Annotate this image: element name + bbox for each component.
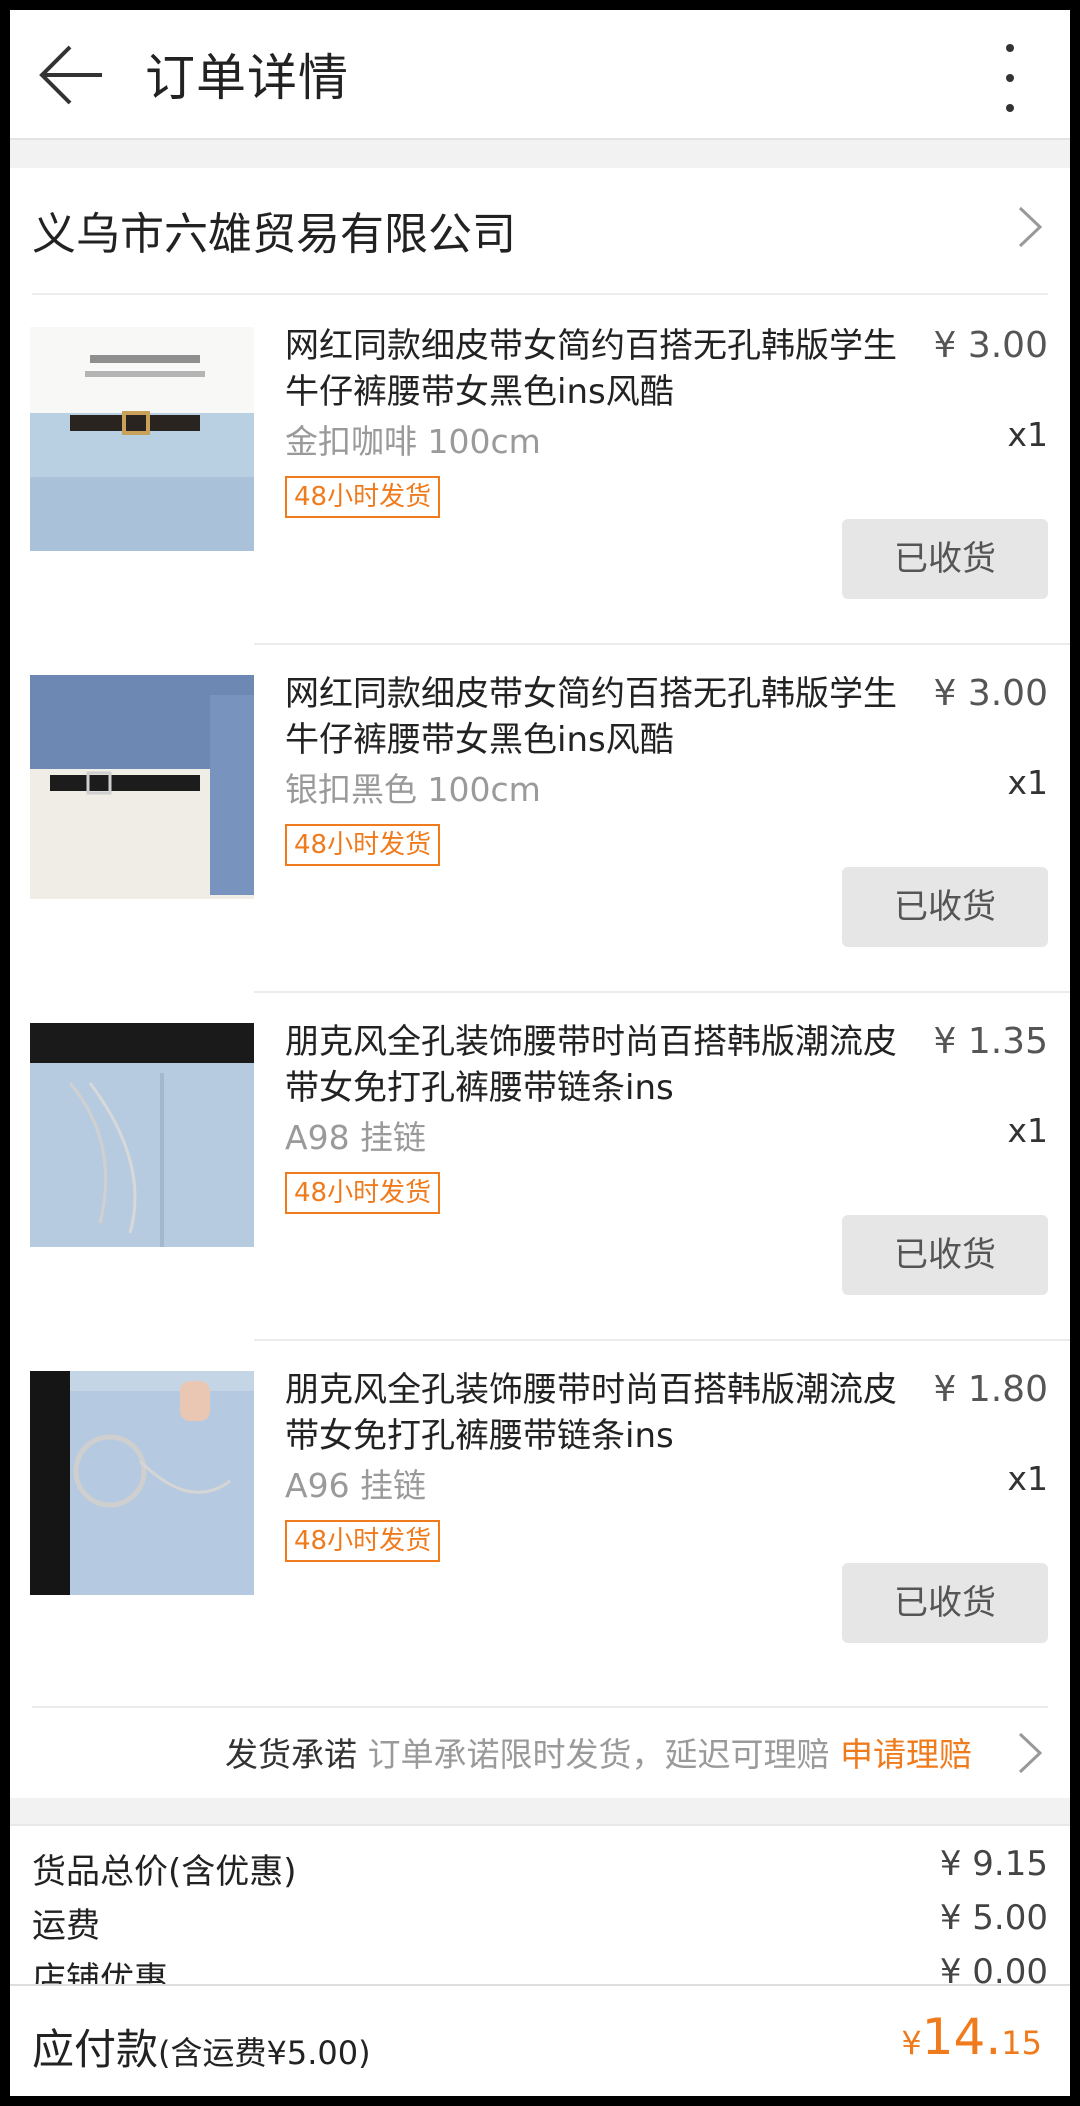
amount-due-label: 应付款(含运费¥5.00) [32, 2016, 371, 2077]
store-row[interactable]: 义乌市六雄贸易有限公司 [10, 168, 1070, 286]
shipping-note: (含运费¥5.00) [158, 2034, 371, 2072]
item-price: ¥ 1.80 [933, 1369, 1048, 1410]
summary-row-shipping: 运费 ¥ 5.00 [32, 1898, 1048, 1947]
received-button[interactable]: 已收货 [842, 1563, 1048, 1643]
claim-link[interactable]: 申请理赔 [840, 1735, 972, 1774]
item-quantity: x1 [1007, 763, 1048, 802]
item-price: ¥ 3.00 [933, 673, 1048, 714]
summary-value: ¥ 5.00 [939, 1898, 1048, 1938]
shipping-promise-row[interactable]: 发货承诺 订单承诺限时发货，延迟可理赔 申请理赔 [10, 1708, 1070, 1798]
price-summary: 货品总价(含优惠) ¥ 9.15 运费 ¥ 5.00 店铺优惠 ¥ 0.00 [10, 1824, 1070, 2000]
item-name[interactable]: 朋克风全孔装饰腰带时尚百搭韩版潮流皮带女免打孔裤腰带链条ins [285, 1367, 925, 1459]
order-detail-screen: 订单详情 义乌市六雄贸易有限公司 网红同款细皮带女简约百搭无孔韩版学生牛仔裤腰带… [10, 10, 1070, 2096]
received-button[interactable]: 已收货 [842, 519, 1048, 599]
amount-due-value: ¥14.15 [901, 2008, 1042, 2066]
item-quantity: x1 [1007, 1459, 1048, 1498]
order-card: 义乌市六雄贸易有限公司 网红同款细皮带女简约百搭无孔韩版学生牛仔裤腰带女黑色in… [10, 168, 1070, 1798]
item-name[interactable]: 网红同款细皮带女简约百搭无孔韩版学生牛仔裤腰带女黑色ins风酷 [285, 323, 925, 415]
currency-symbol: ¥ [901, 2024, 922, 2062]
payment-bar: 应付款(含运费¥5.00) ¥14.15 [10, 1984, 1070, 2096]
summary-label: 货品总价(含优惠) [32, 1852, 297, 1892]
shipping-tag: 48小时发货 [285, 1172, 441, 1214]
item-spec: A98 挂链 [285, 1118, 427, 1157]
summary-row-goods-total: 货品总价(含优惠) ¥ 9.15 [32, 1844, 1048, 1893]
item-name[interactable]: 朋克风全孔装饰腰带时尚百搭韩版潮流皮带女免打孔裤腰带链条ins [285, 1019, 925, 1111]
item-spec: 金扣咖啡 100cm [285, 422, 541, 461]
item-price: ¥ 1.35 [933, 1021, 1048, 1062]
shipping-promise-text: 发货承诺 订单承诺限时发货，延迟可理赔 申请理赔 [225, 1728, 972, 1776]
product-image[interactable] [30, 675, 254, 899]
top-bar: 订单详情 [10, 10, 1070, 140]
list-item: 朋克风全孔装饰腰带时尚百搭韩版潮流皮带女免打孔裤腰带链条ins ¥ 1.35 A… [10, 991, 1070, 1339]
promise-label: 发货承诺 [225, 1735, 357, 1774]
amount-decimal: 15 [1001, 2024, 1042, 2062]
store-name: 义乌市六雄贸易有限公司 [32, 209, 516, 260]
item-price: ¥ 3.00 [933, 325, 1048, 366]
promise-description: 订单承诺限时发货，延迟可理赔 [367, 1735, 830, 1774]
product-image[interactable] [30, 327, 254, 551]
product-image[interactable] [30, 1023, 254, 1247]
page-title: 订单详情 [145, 49, 349, 107]
chevron-right-icon [1014, 204, 1044, 250]
item-quantity: x1 [1007, 415, 1048, 454]
received-button[interactable]: 已收货 [842, 867, 1048, 947]
item-spec: 银扣黑色 100cm [285, 770, 541, 809]
shipping-tag: 48小时发货 [285, 824, 441, 866]
more-options-icon[interactable] [995, 38, 1025, 118]
list-item: 网红同款细皮带女简约百搭无孔韩版学生牛仔裤腰带女黑色ins风酷 ¥ 3.00 金… [10, 295, 1070, 643]
summary-value: ¥ 9.15 [939, 1844, 1048, 1884]
item-spec: A96 挂链 [285, 1466, 427, 1505]
amount-integer: 14. [921, 2008, 1002, 2066]
received-button[interactable]: 已收货 [842, 1215, 1048, 1295]
chevron-right-icon [1014, 1730, 1044, 1776]
item-quantity: x1 [1007, 1111, 1048, 1150]
list-item: 网红同款细皮带女简约百搭无孔韩版学生牛仔裤腰带女黑色ins风酷 ¥ 3.00 银… [10, 643, 1070, 991]
shipping-tag: 48小时发货 [285, 1520, 441, 1562]
product-image[interactable] [30, 1371, 254, 1595]
list-item: 朋克风全孔装饰腰带时尚百搭韩版潮流皮带女免打孔裤腰带链条ins ¥ 1.80 A… [10, 1339, 1070, 1687]
back-arrow-icon[interactable] [36, 40, 106, 110]
item-name[interactable]: 网红同款细皮带女简约百搭无孔韩版学生牛仔裤腰带女黑色ins风酷 [285, 671, 925, 763]
amount-due-title: 应付款 [32, 2025, 159, 2074]
shipping-tag: 48小时发货 [285, 476, 441, 518]
summary-label: 运费 [32, 1906, 100, 1946]
